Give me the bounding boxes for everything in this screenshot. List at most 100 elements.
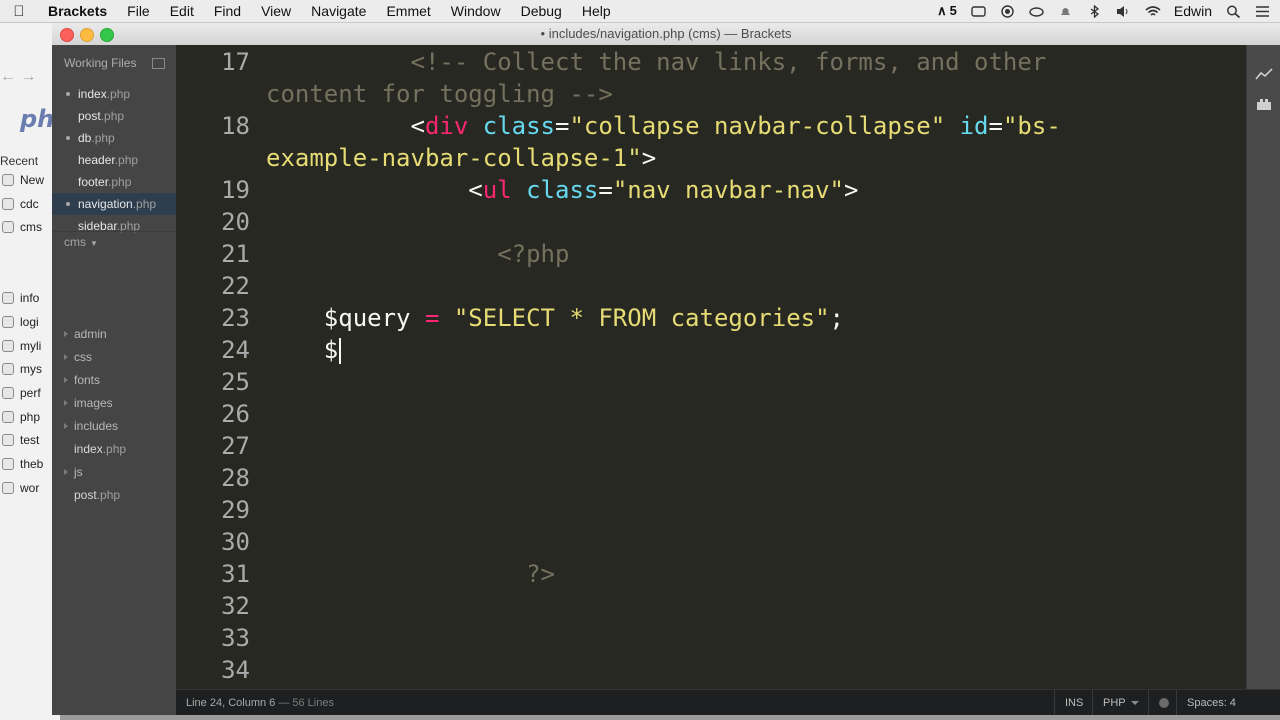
code-line: <ul class="nav navbar-nav"> bbox=[468, 176, 859, 204]
line-number: 20 bbox=[221, 208, 250, 236]
project-folder-item[interactable]: includes bbox=[52, 415, 176, 438]
adobe-icon[interactable]: ∧ 5 bbox=[937, 3, 957, 19]
code-line: <?php bbox=[497, 240, 570, 268]
insert-mode-toggle[interactable]: INS bbox=[1054, 690, 1093, 715]
line-number: 18 bbox=[221, 112, 250, 140]
language-selector[interactable]: PHP bbox=[1092, 690, 1149, 715]
project-file-item[interactable]: index.php bbox=[52, 438, 176, 461]
menu-view[interactable]: View bbox=[251, 0, 301, 22]
line-number: 33 bbox=[221, 624, 250, 652]
database-icon bbox=[2, 411, 14, 423]
menu-emmet[interactable]: Emmet bbox=[376, 0, 440, 22]
code-line: ?> bbox=[526, 560, 555, 588]
project-folder-item[interactable]: css bbox=[52, 346, 176, 369]
code-line-wrap: example-navbar-collapse-1"> bbox=[266, 144, 657, 172]
database-icon bbox=[2, 387, 14, 399]
lint-circle-icon bbox=[1159, 698, 1169, 708]
list-item[interactable]: mys bbox=[0, 359, 42, 379]
record-icon[interactable] bbox=[1000, 4, 1015, 18]
database-icon bbox=[2, 221, 14, 233]
dirty-dot-icon bbox=[66, 202, 70, 206]
list-item[interactable]: cms bbox=[0, 217, 42, 237]
project-dropdown[interactable]: cms ▼ bbox=[52, 231, 176, 251]
bluetooth-icon[interactable] bbox=[1087, 4, 1102, 18]
status-bar: Line 24, Column 6 — 56 Lines INS PHP Spa… bbox=[176, 689, 1280, 715]
notification-center-icon[interactable] bbox=[1255, 5, 1270, 18]
collapsed-arrow-icon bbox=[64, 469, 68, 475]
menu-debug[interactable]: Debug bbox=[511, 0, 572, 22]
cloud-icon[interactable] bbox=[1029, 5, 1044, 18]
line-number: 32 bbox=[221, 592, 250, 620]
line-number: 21 bbox=[221, 240, 250, 268]
working-file-item[interactable]: footer.php bbox=[52, 171, 176, 193]
recent-label: Recent bbox=[0, 154, 39, 168]
volume-icon[interactable] bbox=[1116, 5, 1131, 18]
extension-manager-icon[interactable] bbox=[1255, 97, 1273, 111]
line-number: 26 bbox=[221, 400, 250, 428]
working-files-list: index.php post.php db.php header.php foo… bbox=[52, 83, 176, 237]
list-item[interactable]: test bbox=[0, 430, 39, 450]
code-line: $query = "SELECT * FROM categories"; bbox=[323, 304, 844, 332]
cursor-position[interactable]: Line 24, Column 6 — 56 Lines bbox=[186, 697, 334, 709]
back-forward-arrows-icon[interactable]: ← → bbox=[0, 68, 36, 86]
code-line-wrap: content for toggling --> bbox=[266, 78, 613, 110]
line-number: 23 bbox=[221, 304, 250, 332]
working-file-item[interactable]: post.php bbox=[52, 105, 176, 127]
list-item[interactable]: info bbox=[0, 288, 39, 308]
line-number: 25 bbox=[221, 368, 250, 396]
project-file-item[interactable]: post.php bbox=[52, 484, 176, 507]
list-item[interactable]: cdc bbox=[0, 194, 39, 214]
list-item[interactable]: myli bbox=[0, 336, 41, 356]
text-cursor bbox=[339, 338, 342, 364]
list-item[interactable]: perf bbox=[0, 383, 41, 403]
globe-icon bbox=[2, 174, 14, 186]
list-item[interactable]: New bbox=[0, 170, 44, 190]
working-file-item[interactable]: db.php bbox=[52, 127, 176, 149]
apple-icon[interactable]:  bbox=[0, 3, 38, 20]
project-folder-item[interactable]: js bbox=[52, 461, 176, 484]
menu-bar:  Brackets File Edit Find View Navigate … bbox=[0, 0, 1280, 23]
list-item[interactable]: php bbox=[0, 407, 40, 427]
menu-navigate[interactable]: Navigate bbox=[301, 0, 376, 22]
menu-find[interactable]: Find bbox=[204, 0, 251, 22]
user-name[interactable]: Edwin bbox=[1174, 3, 1212, 19]
live-preview-icon[interactable] bbox=[1255, 67, 1273, 81]
split-view-icon[interactable] bbox=[152, 58, 165, 69]
screen-icon[interactable] bbox=[971, 5, 986, 18]
spotlight-search-icon[interactable] bbox=[1226, 5, 1241, 18]
project-folder-item[interactable]: fonts bbox=[52, 369, 176, 392]
menu-help[interactable]: Help bbox=[572, 0, 621, 22]
code-editor[interactable]: 17 18 19 20 21 22 23 24 25 26 27 28 29 3… bbox=[176, 45, 1246, 689]
notification-icon[interactable] bbox=[1058, 5, 1073, 18]
line-number: 27 bbox=[221, 432, 250, 460]
menu-window[interactable]: Window bbox=[441, 0, 511, 22]
project-folder-item[interactable]: admin bbox=[52, 323, 176, 346]
menu-file[interactable]: File bbox=[117, 0, 160, 22]
list-item[interactable]: theb bbox=[0, 454, 43, 474]
database-icon bbox=[2, 434, 14, 446]
line-number: 19 bbox=[221, 176, 250, 204]
title-bar[interactable]: • includes/navigation.php (cms) — Bracke… bbox=[52, 23, 1280, 46]
list-item[interactable]: wor bbox=[0, 478, 39, 498]
html-comment: <!-- Collect the nav links, forms, and o… bbox=[410, 48, 1047, 76]
collapsed-arrow-icon bbox=[64, 377, 68, 383]
indent-settings[interactable]: Spaces: 4 bbox=[1176, 690, 1246, 715]
wifi-icon[interactable] bbox=[1145, 5, 1161, 18]
line-number: 30 bbox=[221, 528, 250, 556]
html-comment: content for toggling --> bbox=[266, 80, 613, 108]
code-line: <!-- Collect the nav links, forms, and o… bbox=[266, 46, 1047, 78]
chevron-down-icon: ▼ bbox=[90, 239, 98, 248]
working-file-item[interactable]: header.php bbox=[52, 149, 176, 171]
working-file-item-active[interactable]: navigation.php bbox=[52, 193, 176, 215]
project-folder-item[interactable]: images bbox=[52, 392, 176, 415]
menu-edit[interactable]: Edit bbox=[160, 0, 204, 22]
line-number: 24 bbox=[221, 336, 250, 364]
list-item[interactable]: logi bbox=[0, 312, 39, 332]
line-number: 29 bbox=[221, 496, 250, 524]
code-line: <div class="collapse navbar-collapse" id… bbox=[410, 112, 1061, 140]
line-number: 22 bbox=[221, 272, 250, 300]
line-number: 31 bbox=[221, 560, 250, 588]
working-file-item[interactable]: index.php bbox=[52, 83, 176, 105]
menu-app-name[interactable]: Brackets bbox=[38, 0, 117, 22]
database-icon bbox=[2, 458, 14, 470]
